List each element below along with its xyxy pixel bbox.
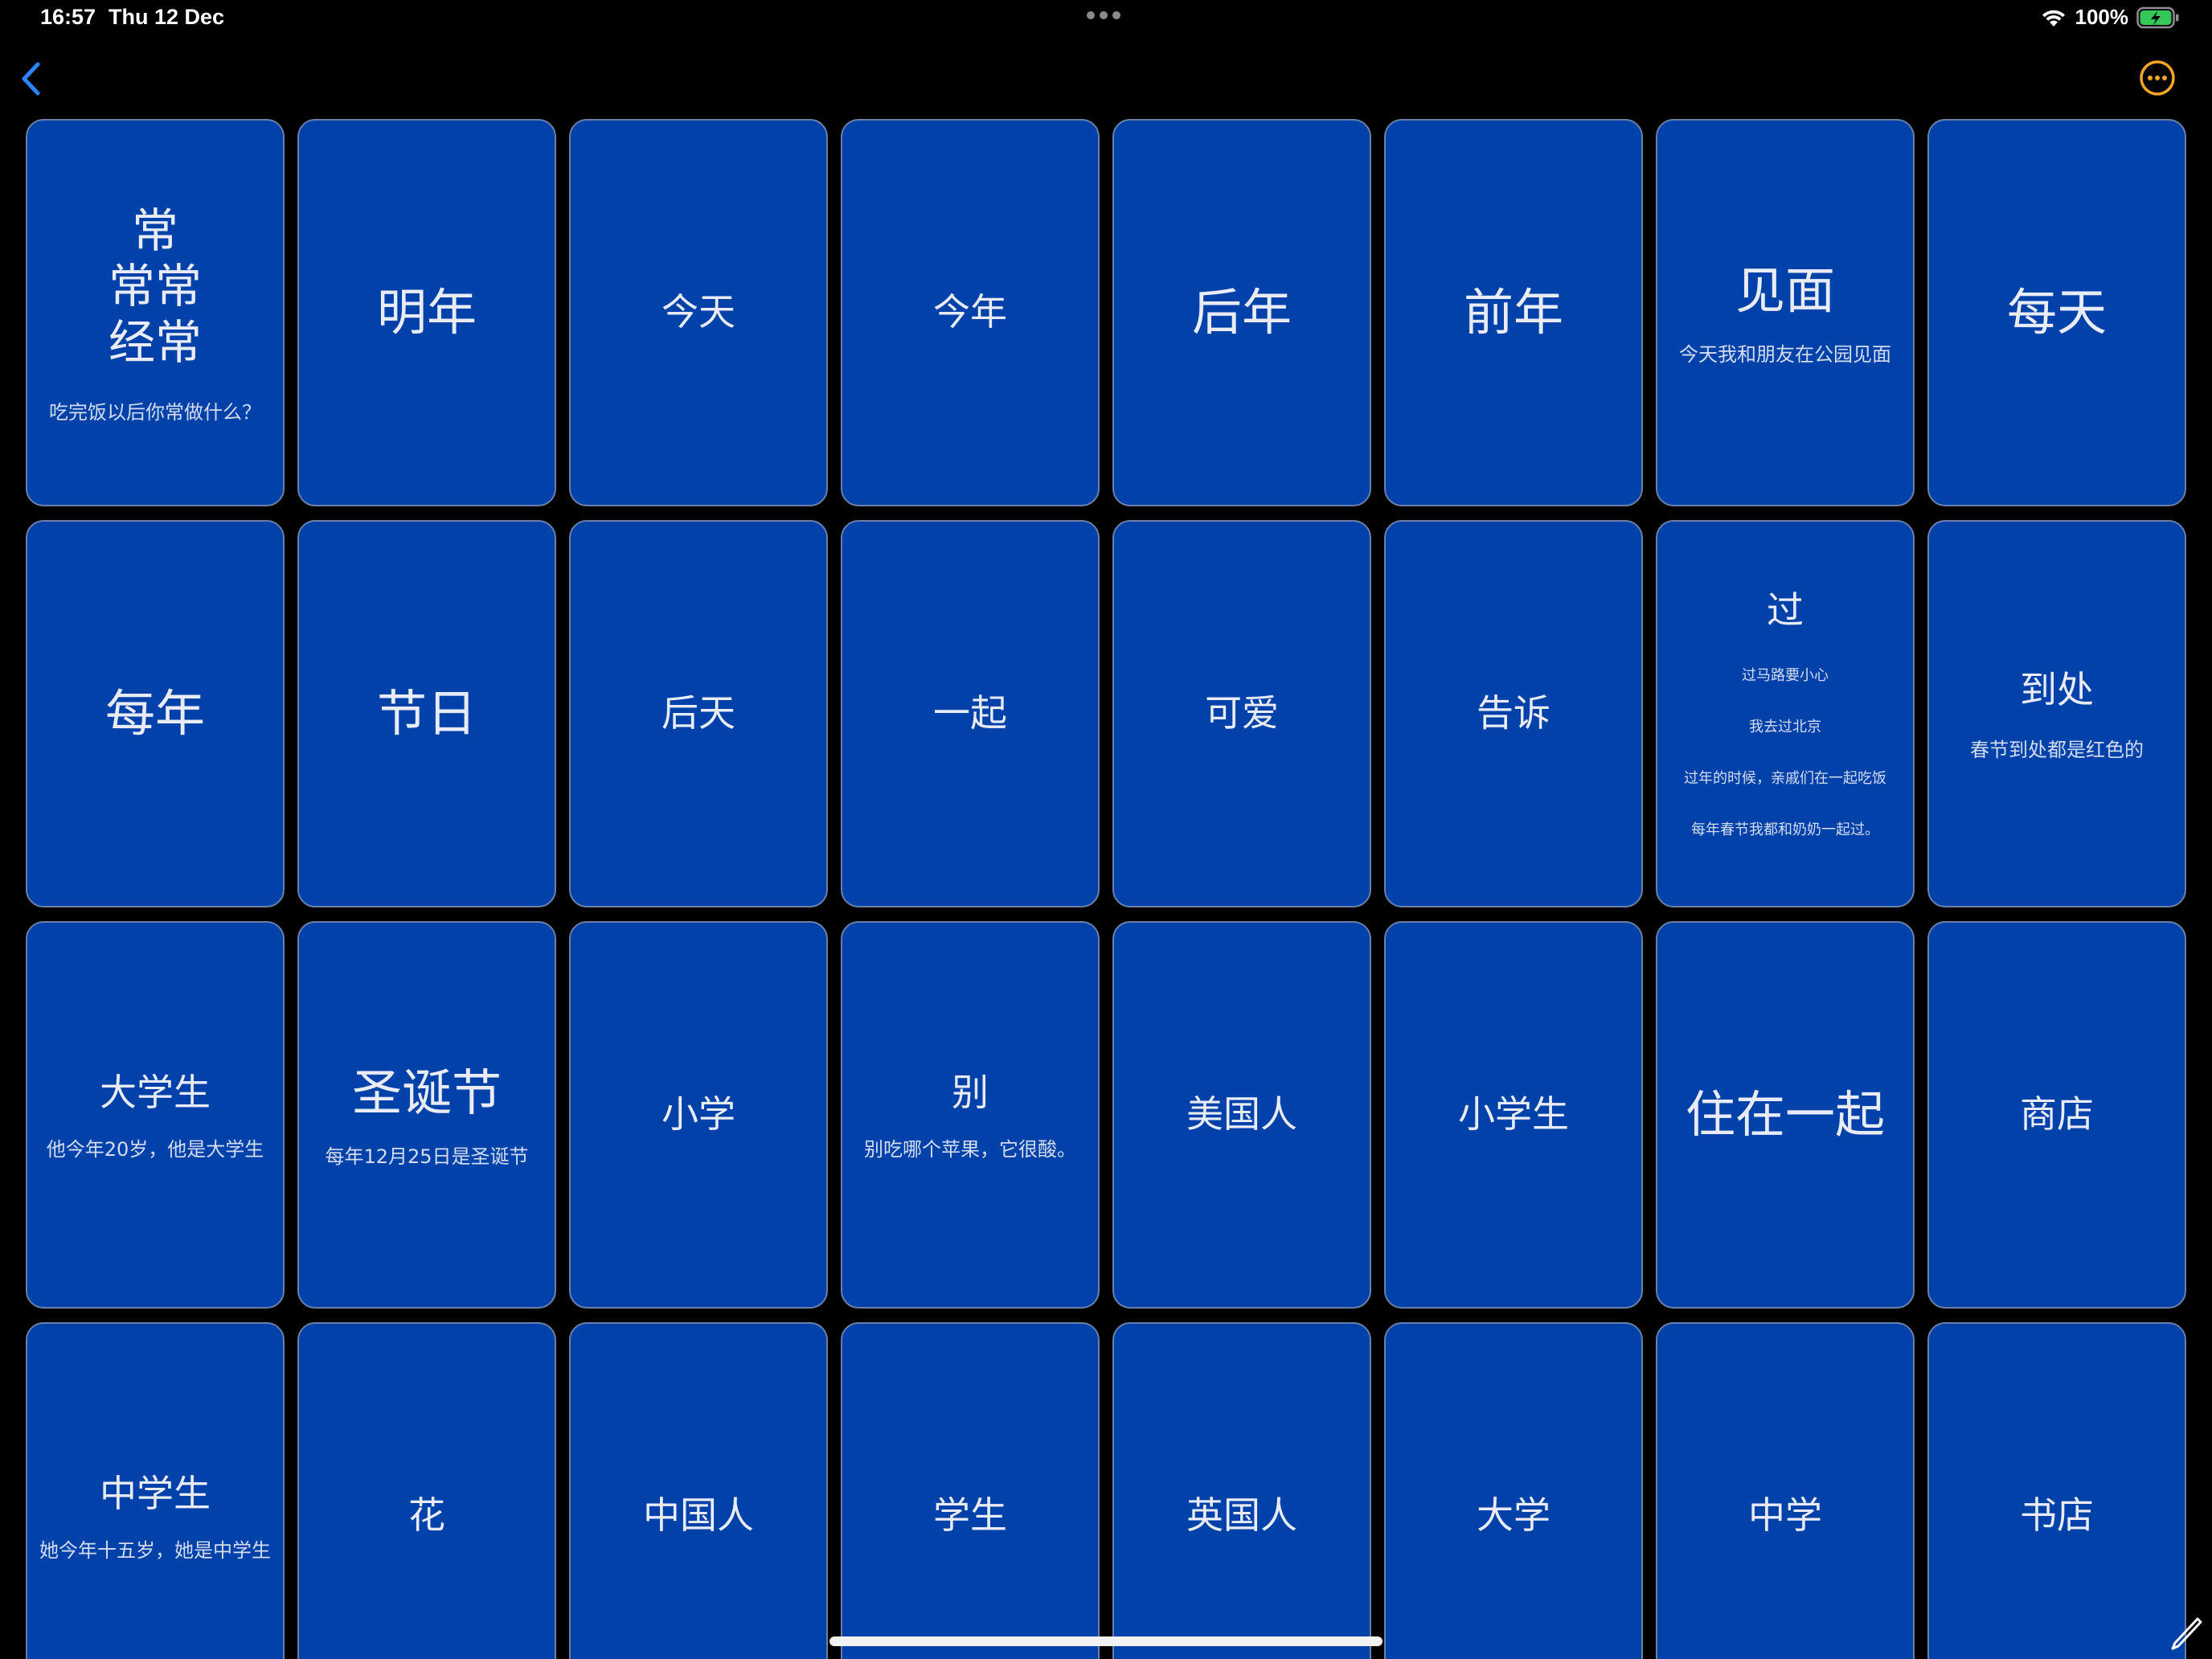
flashcard[interactable]: 美国人 (1112, 921, 1371, 1309)
flashcard[interactable]: 今天 (569, 119, 828, 506)
card-term: 见面 (1735, 260, 1835, 320)
battery-percentage: 100% (2075, 5, 2129, 29)
card-term: 后天 (662, 691, 735, 735)
flashcard[interactable]: 大学生 他今年20岁，他是大学生 (26, 921, 285, 1309)
flashcard[interactable]: 到处 春节到处都是红色的 (1927, 520, 2186, 907)
card-term: 圣诞节 (351, 1063, 502, 1122)
card-term: 书店 (2020, 1493, 2094, 1538)
flashcard-grid: 常 常常 经常 吃完饭以后你常做什么？ 明年 今天 今年 后年 前年 见面 今天… (26, 119, 2186, 1659)
flashcard[interactable]: 中学生 她今年十五岁，她是中学生 (26, 1322, 285, 1659)
card-term: 小学生 (1458, 1092, 1569, 1137)
card-example: 每年12月25日是圣诞节 (325, 1145, 529, 1169)
card-term: 住在一起 (1685, 1084, 1885, 1144)
card-term: 常 常常 经常 (108, 203, 202, 370)
card-example: 别吃哪个苹果，它很酸。 (864, 1137, 1076, 1161)
card-example: 过年的时候，亲戚们在一起吃饭 (1684, 769, 1886, 787)
flashcard[interactable]: 大学 (1384, 1322, 1643, 1659)
app-screen: 16:57 Thu 12 Dec 100% 常 常常 经常 吃完饭以后你常做什么… (0, 0, 2212, 1659)
card-example: 每年春节我都和奶奶一起过。 (1691, 821, 1879, 838)
battery-charging-icon (2136, 6, 2179, 28)
flashcard[interactable]: 别 别吃哪个苹果，它很酸。 (841, 921, 1100, 1309)
card-term: 学生 (933, 1493, 1007, 1538)
wifi-icon (2042, 10, 2065, 27)
flashcard[interactable]: 前年 (1384, 119, 1643, 506)
card-term: 前年 (1463, 282, 1563, 342)
flashcard[interactable]: 告诉 (1384, 520, 1643, 907)
card-example: 她今年十五岁，她是中学生 (39, 1538, 271, 1562)
card-example: 过马路要小心 (1742, 666, 1829, 684)
ellipsis-circle-icon (2140, 60, 2175, 96)
flashcard[interactable]: 每年 (26, 520, 285, 907)
card-term: 别 (952, 1071, 989, 1115)
card-term: 一起 (933, 691, 1007, 735)
card-term: 商店 (2020, 1092, 2094, 1137)
flashcard[interactable]: 书店 (1927, 1322, 2186, 1659)
status-date: Thu 12 Dec (109, 5, 225, 29)
card-term: 过 (1767, 588, 1804, 633)
card-term: 小学 (662, 1092, 735, 1137)
flashcard[interactable]: 中国人 (569, 1322, 828, 1659)
back-button[interactable] (16, 56, 48, 101)
flashcard[interactable]: 常 常常 经常 吃完饭以后你常做什么？ (26, 119, 285, 506)
flashcard[interactable]: 小学 (569, 921, 828, 1309)
flashcard[interactable]: 今年 (841, 119, 1100, 506)
flashcard[interactable]: 住在一起 (1656, 921, 1915, 1309)
flashcard[interactable]: 节日 (297, 520, 556, 907)
card-term: 可爱 (1205, 691, 1279, 735)
flashcard[interactable]: 学生 (841, 1322, 1100, 1659)
flashcard[interactable]: 英国人 (1112, 1322, 1371, 1659)
card-example: 春节到处都是红色的 (1970, 738, 2144, 761)
flashcard[interactable]: 一起 (841, 520, 1100, 907)
card-term: 今年 (933, 290, 1007, 334)
card-term: 每年 (104, 683, 205, 743)
card-example: 他今年20岁，他是大学生 (46, 1137, 264, 1161)
card-example: 今天我和朋友在公园见面 (1679, 343, 1891, 367)
flashcard[interactable]: 中学 (1656, 1322, 1915, 1659)
flashcard[interactable]: 可爱 (1112, 520, 1371, 907)
more-options-button[interactable] (2139, 59, 2176, 96)
status-time: 16:57 (40, 5, 96, 29)
status-indicators: 100% (2040, 5, 2181, 30)
card-term: 大学生 (100, 1071, 211, 1115)
card-term: 每天 (2006, 282, 2107, 342)
status-bar: 16:57 Thu 12 Dec 100% (0, 0, 2212, 40)
card-term: 今天 (662, 290, 735, 334)
card-term: 中国人 (643, 1493, 754, 1538)
chevron-left-icon (22, 62, 40, 96)
card-term: 告诉 (1477, 691, 1550, 735)
card-term: 到处 (2020, 668, 2094, 712)
card-term: 美国人 (1186, 1092, 1297, 1137)
card-term: 花 (408, 1493, 445, 1538)
flashcard[interactable]: 商店 (1927, 921, 2186, 1309)
flashcard[interactable]: 过 过马路要小心 我去过北京 过年的时候，亲戚们在一起吃饭 每年春节我都和奶奶一… (1656, 520, 1915, 907)
card-term: 明年 (376, 282, 477, 342)
multitasking-dots-icon[interactable] (1087, 11, 1120, 19)
pencil-icon[interactable] (2170, 1616, 2202, 1651)
flashcard[interactable]: 花 (297, 1322, 556, 1659)
card-term: 大学 (1477, 1493, 1550, 1538)
card-example: 吃完饭以后你常做什么？ (49, 401, 261, 424)
flashcard[interactable]: 每天 (1927, 119, 2186, 506)
flashcard[interactable]: 明年 (297, 119, 556, 506)
flashcard[interactable]: 小学生 (1384, 921, 1643, 1309)
flashcard[interactable]: 圣诞节 每年12月25日是圣诞节 (297, 921, 556, 1309)
card-term: 中学生 (100, 1472, 211, 1516)
card-term: 后年 (1191, 282, 1292, 342)
home-indicator[interactable] (830, 1636, 1382, 1646)
card-example: 我去过北京 (1749, 718, 1821, 735)
card-term: 中学 (1748, 1493, 1822, 1538)
flashcard[interactable]: 后年 (1112, 119, 1371, 506)
flashcard[interactable]: 见面 今天我和朋友在公园见面 (1656, 119, 1915, 506)
flashcard[interactable]: 后天 (569, 520, 828, 907)
card-term: 节日 (376, 683, 477, 743)
card-term: 英国人 (1186, 1493, 1297, 1538)
